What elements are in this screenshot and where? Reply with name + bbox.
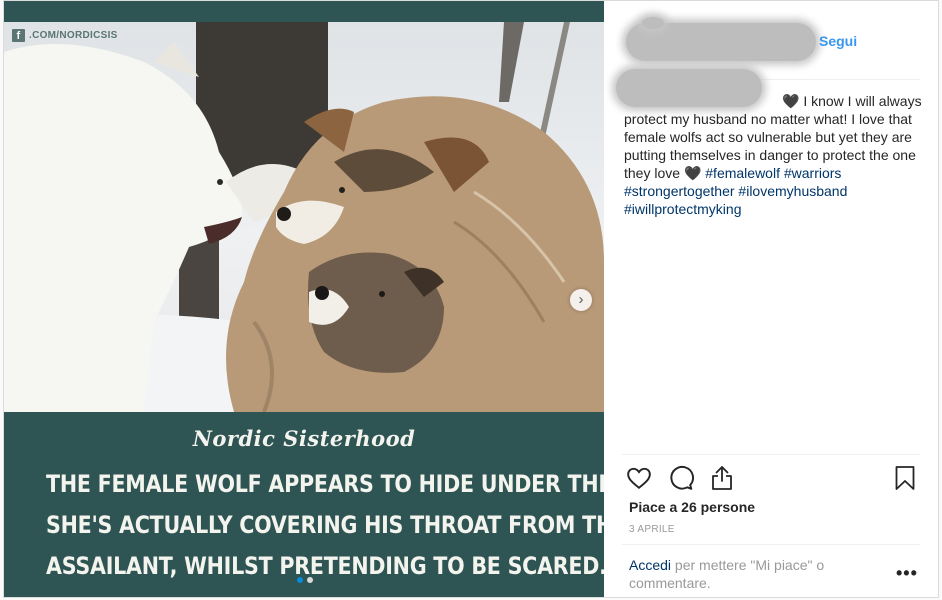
login-link[interactable]: Accedi: [629, 557, 671, 573]
hashtag-link[interactable]: #strongertogether: [624, 183, 735, 199]
post-sidebar: Segui 🖤 I know I will always protect my …: [604, 1, 938, 597]
login-prompt: Accedi per mettere "Mi piace" o commenta…: [629, 556, 869, 592]
wolves-illustration: [4, 22, 604, 412]
carousel-dot: [307, 577, 313, 583]
facebook-icon: f: [12, 29, 25, 42]
share-icon[interactable]: [710, 465, 734, 491]
carousel-indicator: [297, 577, 313, 583]
bookmark-icon[interactable]: [894, 465, 916, 491]
caption-first-line-spacer: [624, 93, 782, 109]
image-caption-band: Nordic Sisterhood THE FEMALE WOLF APPEAR…: [4, 412, 604, 597]
post-media: f .COM/NORDICSIS Nordic Sisterhood THE F…: [4, 1, 604, 597]
wolves-photo: f .COM/NORDICSIS: [4, 22, 604, 412]
watermark: f .COM/NORDICSIS: [12, 29, 118, 42]
post-modal: f .COM/NORDICSIS Nordic Sisterhood THE F…: [3, 0, 939, 598]
watermark-text: .COM/NORDICSIS: [29, 30, 118, 41]
carousel-dot-active: [297, 577, 303, 583]
hashtag-link[interactable]: #iwillprotectmyking: [624, 201, 741, 217]
heart-icon[interactable]: [626, 465, 652, 491]
comment-icon[interactable]: [668, 465, 694, 491]
hashtag-link[interactable]: #ilovemyhusband: [738, 183, 847, 199]
hashtag-link[interactable]: #warriors: [784, 165, 842, 181]
follow-button[interactable]: Segui: [819, 33, 857, 49]
brand-title: Nordic Sisterhood: [192, 426, 416, 451]
image-top-band: [4, 1, 604, 22]
redacted-avatar: [642, 17, 664, 29]
post-caption: 🖤 I know I will always protect my husban…: [624, 92, 924, 218]
action-bar: [626, 465, 918, 491]
post-date[interactable]: 3 APRILE: [629, 524, 675, 535]
black-heart-icon: 🖤: [782, 93, 800, 109]
black-heart-icon: 🖤: [683, 165, 702, 181]
chevron-right-icon[interactable]: ›: [570, 289, 592, 311]
image-caption-text: THE FEMALE WOLF APPEARS TO HIDE UNDER TH…: [46, 464, 604, 587]
comment-divider: [622, 544, 920, 545]
actions-divider: [622, 454, 920, 455]
image-caption-line: THE FEMALE WOLF APPEARS TO HIDE UNDER TH…: [46, 470, 604, 498]
likes-count[interactable]: Piace a 26 persone: [629, 499, 755, 515]
hashtag-link[interactable]: #femalewolf: [705, 165, 780, 181]
more-icon[interactable]: •••: [896, 563, 918, 584]
image-caption-line: SHE'S ACTUALLY COVERING HIS THROAT FROM …: [46, 511, 604, 539]
